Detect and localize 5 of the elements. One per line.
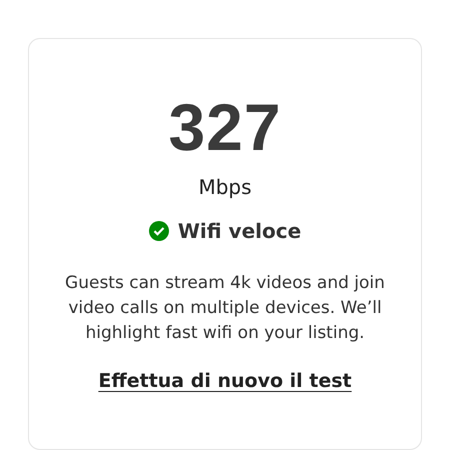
status-label: Wifi veloce	[178, 219, 302, 243]
description: Guests can stream 4k videos and join video calls on multiple devices. We’ll highlight fast wifi on your listing.	[64, 272, 386, 345]
retest-link[interactable]: Effettua di nuovo il test	[98, 370, 352, 392]
speed-value: 327	[168, 91, 282, 163]
speed-unit: Mbps	[198, 175, 252, 199]
